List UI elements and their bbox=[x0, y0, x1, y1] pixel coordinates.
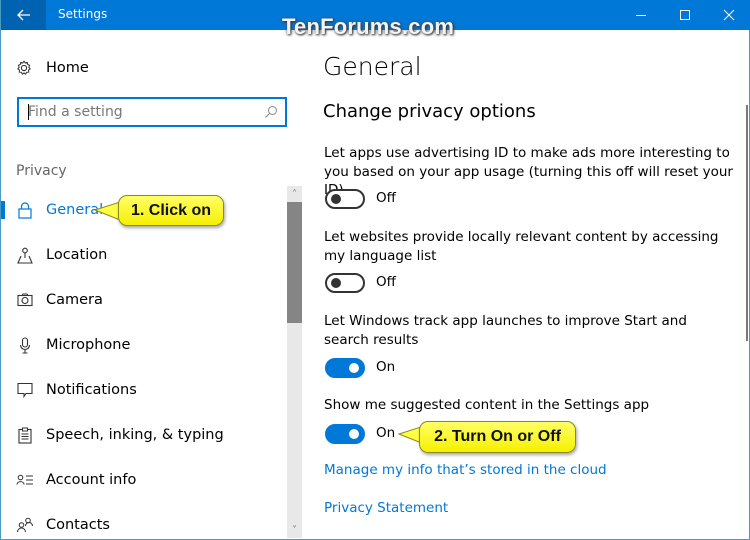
page-title: General bbox=[323, 52, 422, 81]
scrollbar-thumb[interactable] bbox=[287, 202, 302, 323]
sidebar-item-label: Camera bbox=[46, 292, 103, 308]
lock-icon bbox=[16, 201, 34, 219]
settings-window: Settings TenForums.com Home Privacy Gene… bbox=[0, 0, 750, 540]
search-box[interactable] bbox=[17, 97, 287, 127]
sidebar-item-location[interactable]: Location bbox=[1, 237, 285, 273]
sidebar-item-label: Microphone bbox=[46, 337, 131, 353]
toggle-state-label: Off bbox=[376, 274, 396, 290]
sidebar-item-microphone[interactable]: Microphone bbox=[1, 327, 285, 363]
section-label-privacy: Privacy bbox=[16, 163, 67, 179]
home-nav[interactable]: Home bbox=[16, 58, 89, 78]
setting-suggested-content-text: Show me suggested content in the Setting… bbox=[324, 397, 650, 413]
back-arrow-icon bbox=[16, 9, 30, 21]
selection-indicator bbox=[1, 201, 5, 219]
suggested-content-toggle[interactable] bbox=[325, 424, 365, 444]
sidebar-item-label: Notifications bbox=[46, 382, 137, 398]
gear-icon bbox=[17, 60, 31, 75]
toggle-state-label: Off bbox=[376, 190, 396, 206]
text-caret bbox=[28, 104, 29, 120]
track-launches-toggle[interactable] bbox=[325, 358, 365, 378]
microphone-icon bbox=[16, 336, 34, 354]
watermark: TenForums.com bbox=[282, 14, 455, 39]
toggle-knob bbox=[331, 194, 341, 204]
sidebar-item-label: Account info bbox=[46, 472, 137, 488]
maximize-button[interactable] bbox=[663, 0, 707, 30]
sidebar-item-label: Speech, inking, & typing bbox=[46, 427, 224, 443]
sidebar-item-camera[interactable]: Camera bbox=[1, 282, 285, 318]
search-input[interactable] bbox=[19, 99, 249, 125]
toggle-state-label: On bbox=[376, 359, 396, 375]
toggle-state-label: On bbox=[376, 425, 396, 441]
setting-track-launches-text: Let Windows track app launches to improv… bbox=[324, 313, 687, 348]
sidebar-item-contacts[interactable]: Contacts bbox=[1, 507, 285, 540]
sidebar-item-speech[interactable]: Speech, inking, & typing bbox=[1, 417, 285, 453]
close-button[interactable] bbox=[707, 0, 750, 30]
advertising-id-toggle[interactable] bbox=[325, 189, 365, 209]
setting-language-list-text: Let websites provide locally relevant co… bbox=[324, 229, 719, 264]
sidebar-scrollbar[interactable]: ˄ ˅ bbox=[287, 186, 302, 538]
toggle-knob bbox=[349, 363, 359, 373]
location-icon bbox=[16, 246, 34, 264]
scroll-up-icon[interactable]: ˄ bbox=[287, 186, 302, 202]
callout-turn-on-off: 2. Turn On or Off bbox=[419, 421, 576, 453]
minimize-icon bbox=[636, 15, 646, 16]
window-title: Settings bbox=[58, 7, 108, 21]
speech-icon bbox=[16, 426, 34, 444]
back-button[interactable] bbox=[1, 0, 46, 30]
sidebar-item-account-info[interactable]: Account info bbox=[1, 462, 285, 498]
search-icon[interactable] bbox=[264, 105, 278, 119]
section-title: Change privacy options bbox=[323, 101, 536, 122]
callout-click-on: 1. Click on bbox=[118, 195, 224, 226]
notifications-icon bbox=[16, 381, 34, 399]
content-scrollbar[interactable] bbox=[746, 105, 748, 341]
sidebar-item-label: Location bbox=[46, 247, 108, 263]
minimize-button[interactable] bbox=[619, 0, 663, 30]
maximize-icon bbox=[680, 10, 690, 20]
sidebar-item-label: Contacts bbox=[46, 517, 110, 533]
camera-icon bbox=[16, 291, 34, 309]
sidebar-item-notifications[interactable]: Notifications bbox=[1, 372, 285, 408]
manage-cloud-info-link[interactable]: Manage my info that’s stored in the clou… bbox=[324, 462, 607, 478]
home-label: Home bbox=[46, 60, 89, 76]
contacts-icon bbox=[16, 516, 34, 534]
account-info-icon bbox=[16, 471, 34, 489]
language-list-toggle[interactable] bbox=[325, 273, 365, 293]
toggle-knob bbox=[349, 429, 359, 439]
toggle-knob bbox=[331, 278, 341, 288]
privacy-statement-link[interactable]: Privacy Statement bbox=[324, 500, 448, 516]
scroll-down-icon[interactable]: ˅ bbox=[287, 522, 302, 538]
close-icon bbox=[723, 9, 735, 21]
